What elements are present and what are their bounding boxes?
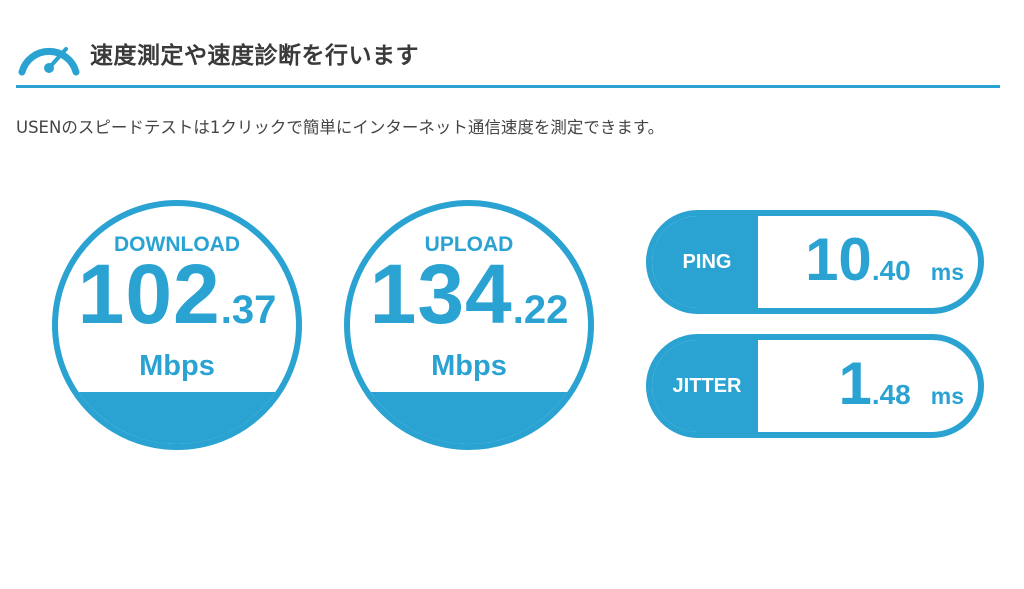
upload-meter: UPLOAD 134.22 Mbps [344, 200, 594, 450]
section-header: 速度測定や速度診断を行います [16, 30, 1000, 88]
download-unit: Mbps [139, 350, 215, 382]
upload-value-decimal: .22 [512, 288, 569, 332]
ping-value-decimal: .40 [871, 255, 911, 286]
jitter-result: JITTER 1.48 ms [646, 334, 984, 438]
jitter-value: 1.48 ms [838, 340, 964, 432]
download-value: 102.37 [58, 252, 296, 336]
ping-label: PING [652, 216, 758, 308]
jitter-value-integer: 1 [838, 350, 872, 417]
download-value-decimal: .37 [220, 288, 277, 332]
jitter-label: JITTER [652, 340, 758, 432]
upload-value-integer: 134 [369, 247, 513, 341]
jitter-unit: ms [930, 383, 964, 409]
ping-value-integer: 10 [805, 226, 872, 293]
download-value-integer: 102 [77, 247, 221, 341]
upload-unit: Mbps [431, 350, 507, 382]
speedometer-icon [18, 47, 80, 76]
ping-value: 10.40 ms [805, 216, 964, 308]
download-meter: DOWNLOAD 102.37 Mbps [52, 200, 302, 450]
intro-text: USENのスピードテストは1クリックで簡単にインターネット通信速度を測定できます… [16, 118, 665, 137]
ping-unit: ms [930, 259, 964, 285]
upload-meter-fill [350, 392, 588, 444]
ping-result: PING 10.40 ms [646, 210, 984, 314]
jitter-value-decimal: .48 [871, 379, 911, 410]
page-title: 速度測定や速度診断を行います [90, 43, 419, 69]
upload-value: 134.22 [350, 252, 588, 336]
download-meter-fill [58, 392, 296, 444]
